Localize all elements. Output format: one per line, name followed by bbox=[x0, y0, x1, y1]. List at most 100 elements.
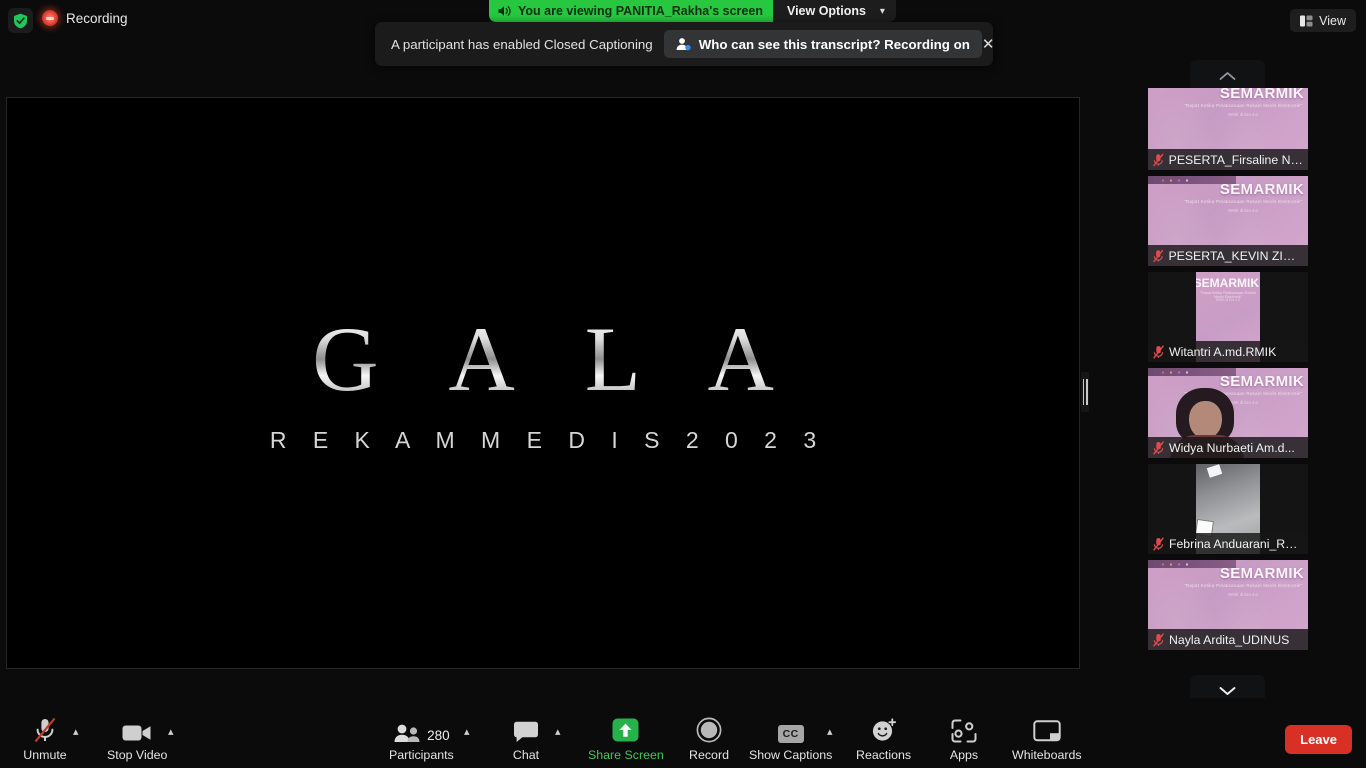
people-icon bbox=[394, 724, 420, 742]
mic-muted-icon bbox=[1153, 344, 1164, 359]
apps-icon bbox=[951, 717, 977, 743]
chat-button[interactable]: Chat bbox=[499, 717, 553, 762]
background-subtitle-2: RMIK di Era 4.0 bbox=[1228, 592, 1258, 597]
chevron-down-icon bbox=[1219, 687, 1236, 695]
unmute-label: Unmute bbox=[23, 748, 67, 762]
background-subtitle-2: RMIK di Era 4.0 bbox=[1216, 298, 1240, 302]
reactions-button[interactable]: Reactions bbox=[856, 717, 911, 762]
participant-name: PESERTA_KEVIN ZINE... bbox=[1168, 248, 1303, 263]
view-options-label: View Options bbox=[786, 4, 866, 18]
mic-muted-icon bbox=[1153, 249, 1164, 262]
participant-name: Widya Nurbaeti Am.d... bbox=[1169, 440, 1295, 455]
participant-name: Nayla Ardita_UDINUS bbox=[1169, 632, 1290, 647]
participant-tile[interactable]: SEMARMIK "Rapat Ketika Pelaksanaan Rekam… bbox=[1148, 272, 1308, 362]
apps-label: Apps bbox=[949, 748, 979, 762]
participant-tile[interactable]: SEMARMIK "Rapat Ketika Pelaksanaan Rekam… bbox=[1148, 560, 1308, 650]
participant-namebar: PESERTA_KEVIN ZINE... bbox=[1148, 245, 1308, 266]
drag-handle-icon[interactable] bbox=[1081, 372, 1089, 412]
participant-tile[interactable]: Febrina Anduarani_RS... bbox=[1148, 464, 1308, 554]
whiteboard-icon bbox=[1033, 717, 1061, 743]
speaker-icon bbox=[498, 6, 511, 16]
recording-label: Recording bbox=[66, 10, 128, 26]
chat-label: Chat bbox=[512, 748, 540, 762]
participant-namebar: Widya Nurbaeti Am.d... bbox=[1148, 437, 1308, 458]
participants-icon-group: 280 bbox=[393, 717, 450, 743]
slide-title: G A L A bbox=[286, 313, 800, 405]
whiteboards-label: Whiteboards bbox=[1012, 748, 1082, 762]
participants-label: Participants bbox=[389, 748, 454, 762]
shield-check-icon[interactable] bbox=[8, 8, 33, 33]
screen-share-banner: You are viewing PANITIA_Rakha's screen V… bbox=[489, 0, 896, 22]
background-subtitle-1: "Rapat Ketika Pelaksanaan Rekam Medis El… bbox=[1184, 583, 1303, 588]
layout-grid-icon bbox=[1300, 15, 1313, 26]
background-title: SEMARMIK bbox=[1196, 276, 1259, 290]
captions-options-caret[interactable]: ▴ bbox=[827, 725, 833, 738]
record-label: Record bbox=[689, 748, 729, 762]
participant-namebar: Witantri A.md.RMIK bbox=[1148, 341, 1308, 362]
participant-namebar: Nayla Ardita_UDINUS bbox=[1148, 629, 1308, 650]
participant-tile[interactable]: SEMARMIK "Rapat Ketika Pelaksanaan Rekam… bbox=[1148, 176, 1308, 266]
stop-video-label: Stop Video bbox=[107, 748, 168, 762]
share-screen-label: Share Screen bbox=[588, 748, 664, 762]
smiley-plus-icon bbox=[871, 717, 897, 743]
viewing-screen-notice: You are viewing PANITIA_Rakha's screen bbox=[489, 0, 773, 22]
shared-screen-viewport[interactable]: – ❐ × G A L A R E K A M M E D I S 2 0 2 … bbox=[6, 97, 1080, 669]
mic-muted-icon bbox=[1153, 632, 1164, 647]
chevron-down-icon: ▾ bbox=[879, 5, 885, 17]
cc-icon: CC bbox=[777, 717, 804, 743]
stop-video-button[interactable]: Stop Video bbox=[107, 717, 167, 762]
show-captions-button[interactable]: CC Show Captions bbox=[749, 717, 832, 762]
participant-tile[interactable]: SEMARMIK "Rapat Ketika Pelaksanaan Rekam… bbox=[1148, 368, 1308, 458]
participant-namebar: Febrina Anduarani_RS... bbox=[1148, 533, 1308, 554]
participant-name: Witantri A.md.RMIK bbox=[1169, 344, 1277, 359]
video-camera-icon bbox=[122, 717, 152, 743]
record-circle-icon bbox=[696, 717, 722, 743]
audio-options-caret[interactable]: ▴ bbox=[73, 725, 79, 738]
show-captions-label: Show Captions bbox=[749, 748, 833, 762]
whiteboards-button[interactable]: Whiteboards bbox=[1012, 717, 1082, 762]
participants-options-caret[interactable]: ▴ bbox=[464, 725, 470, 738]
background-subtitle-2: RMIK di Era 4.0 bbox=[1228, 112, 1258, 117]
background-subtitle-1: "Rapat Ketika Pelaksanaan Rekam Medis El… bbox=[1184, 103, 1303, 108]
share-arrow-up-icon bbox=[611, 717, 640, 743]
record-button[interactable]: Record bbox=[682, 717, 736, 762]
participant-name: PESERTA_Firsaline Na... bbox=[1168, 152, 1303, 167]
zoom-meeting-window: Recording You are viewing PANITIA_Rakha'… bbox=[0, 0, 1366, 768]
unmute-button[interactable]: Unmute bbox=[18, 717, 72, 762]
participants-button[interactable]: 280 Participants bbox=[389, 717, 454, 762]
video-options-caret[interactable]: ▴ bbox=[168, 725, 174, 738]
close-icon[interactable]: ✕ bbox=[982, 31, 995, 57]
transcript-info-button[interactable]: Who can see this transcript? Recording o… bbox=[663, 30, 982, 58]
participant-name: Febrina Anduarani_RS... bbox=[1168, 536, 1303, 551]
view-options-button[interactable]: View Options ▾ bbox=[772, 0, 896, 22]
leave-button[interactable]: Leave bbox=[1285, 725, 1352, 754]
background-title: SEMARMIK bbox=[1219, 88, 1304, 102]
closed-captioning-notification: A participant has enabled Closed Caption… bbox=[375, 22, 995, 66]
chevron-up-icon bbox=[1219, 72, 1236, 80]
mic-muted-icon bbox=[1153, 440, 1164, 455]
chat-options-caret[interactable]: ▴ bbox=[555, 725, 561, 738]
mic-muted-icon bbox=[33, 717, 57, 743]
viewing-screen-text: You are viewing PANITIA_Rakha's screen bbox=[518, 4, 763, 18]
person-badge-icon bbox=[676, 38, 691, 51]
reactions-label: Reactions bbox=[856, 748, 912, 762]
filmstrip-tiles: SEMARMIK "Rapat Ketika Pelaksanaan Rekam… bbox=[1148, 88, 1308, 668]
background-subtitle-1: "Rapat Ketika Pelaksanaan Rekam Medis El… bbox=[1184, 199, 1303, 204]
transcript-info-text: Who can see this transcript? Recording o… bbox=[698, 36, 970, 52]
cc-badge: CC bbox=[777, 725, 804, 743]
presentation-slide: G A L A R E K A M M E D I S 2 0 2 3 bbox=[7, 98, 1079, 668]
slide-subtitle: R E K A M M E D I S 2 0 2 3 bbox=[269, 426, 827, 453]
recording-indicator[interactable]: Recording bbox=[42, 10, 128, 26]
background-title: SEMARMIK bbox=[1219, 565, 1304, 582]
view-layout-button[interactable]: View bbox=[1290, 9, 1356, 32]
share-screen-button[interactable]: Share Screen bbox=[588, 717, 664, 762]
view-button-label: View bbox=[1319, 13, 1346, 28]
mic-muted-icon bbox=[1153, 152, 1164, 167]
meeting-toolbar: Unmute ▴ Stop Video ▴ 280 Participants ▴… bbox=[0, 698, 1366, 768]
apps-button[interactable]: Apps bbox=[937, 717, 991, 762]
participant-filmstrip: SEMARMIK "Rapat Ketika Pelaksanaan Rekam… bbox=[1148, 60, 1308, 710]
notification-message: A participant has enabled Closed Caption… bbox=[391, 36, 653, 52]
participant-tile[interactable]: SEMARMIK "Rapat Ketika Pelaksanaan Rekam… bbox=[1148, 88, 1308, 170]
participants-count: 280 bbox=[427, 728, 450, 743]
record-dot-icon bbox=[42, 10, 58, 26]
